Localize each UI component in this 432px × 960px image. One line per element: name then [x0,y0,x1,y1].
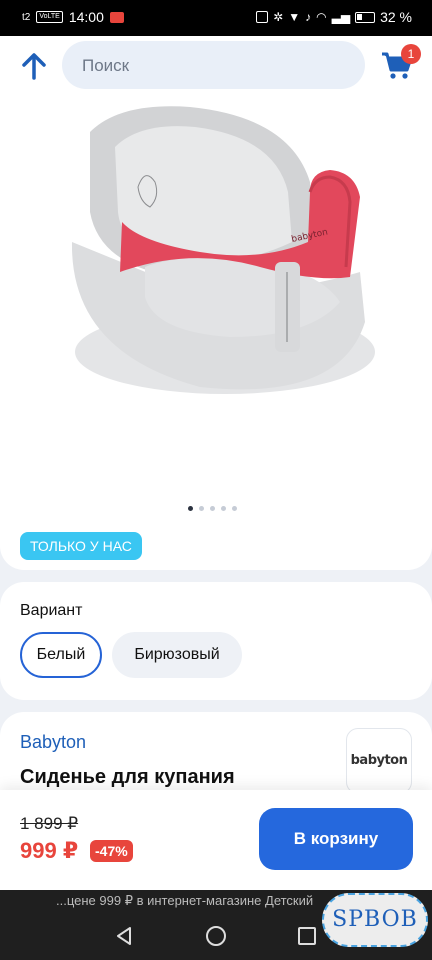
battery-percent: 32 % [380,9,412,25]
variant-option-turquoise[interactable]: Бирюзовый [112,632,242,678]
nav-recents-icon[interactable] [298,927,316,945]
discount-badge: -47% [90,840,133,862]
carousel-dot[interactable] [210,506,215,511]
variant-title: Вариант [20,602,83,619]
volte-icon: VoLTE [36,11,63,23]
product-gallery: babyton ТОЛЬКО У НАС [0,96,432,570]
cart-count-badge: 1 [401,44,421,64]
mute-icon: ♪ [305,10,312,24]
nav-back-icon[interactable] [114,926,134,946]
product-image[interactable]: babyton [60,102,380,402]
search-placeholder: Поиск [82,56,130,75]
variant-option-white[interactable]: Белый [20,632,102,678]
old-price: 1 899 ₽ [20,814,79,833]
bluetooth-icon: ✲ [273,10,284,24]
battery-icon [355,11,376,23]
variant-selector: Вариант Белый Бирюзовый [0,582,432,700]
carrier-label: t2 [22,11,31,23]
nfc-icon [256,11,269,23]
product-page: Поиск 1 babyton ТОЛЬКО У НАС Вариант Бел… [0,36,432,890]
add-to-cart-button[interactable]: В корзину [259,808,413,870]
notification-icon [109,11,124,23]
product-title: Сиденье для купания [20,766,235,788]
brand-logo-text: babyton [350,753,408,768]
watermark-logo: SPBOB [322,893,428,947]
carousel-dot[interactable] [199,506,204,511]
carousel-dot[interactable] [232,506,237,511]
brand-logo[interactable]: babyton [346,728,412,794]
location-icon: ▼ [288,10,301,24]
wifi-icon: ◠ [316,10,327,24]
carousel-dot[interactable] [221,506,226,511]
header: Поиск 1 [0,36,432,96]
signal-icon: ▃▅ [331,10,351,24]
watermark-text: SPBOB [332,907,418,932]
status-bar: t2 VoLTE 14:00 ✲ ▼ ♪ ◠ ▃▅ 32 % [0,0,432,36]
purchase-bar: 1 899 ₽ 999 ₽ -47% В корзину [0,790,432,890]
status-time: 14:00 [68,9,104,25]
arrow-up-icon[interactable] [18,50,50,82]
current-price: 999 ₽ [20,838,79,863]
search-input[interactable]: Поиск [62,41,365,89]
carousel-dots[interactable] [188,506,237,511]
nav-home-icon[interactable] [206,926,226,946]
brand-link[interactable]: Babyton [20,732,86,753]
exclusive-badge: ТОЛЬКО У НАС [20,532,142,560]
carousel-dot[interactable] [188,506,193,511]
